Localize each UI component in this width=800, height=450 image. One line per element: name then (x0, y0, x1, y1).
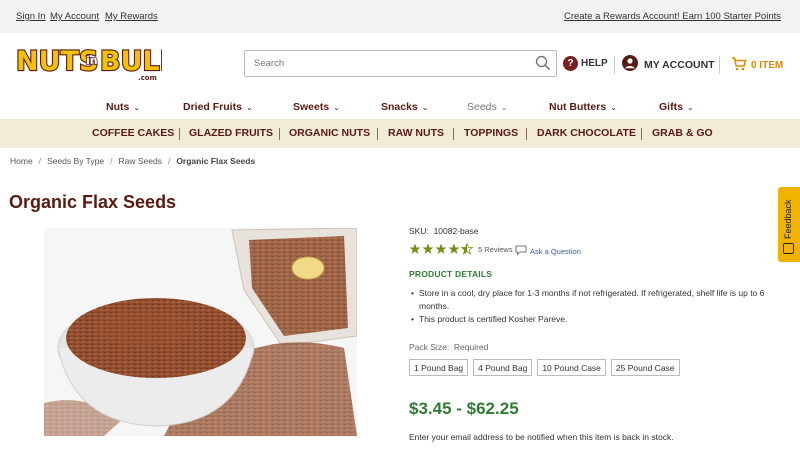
logo-com-text: .com (138, 74, 157, 82)
chevron-down-icon: ⌄ (133, 103, 141, 112)
nav-item-gifts[interactable]: Gifts ⌄ (659, 101, 694, 113)
utility-bar: Sign In My Account My Rewards Create a R… (0, 0, 800, 33)
required-indicator: Required (453, 342, 489, 352)
pack-size-options: 1 Pound Bag 4 Pound Bag 10 Pound Case 25… (409, 359, 680, 376)
breadcrumb-current: Organic Flax Seeds (176, 156, 256, 166)
search-icon[interactable] (535, 55, 551, 76)
search-input[interactable] (245, 51, 525, 76)
feedback-label: Feedback (783, 199, 793, 239)
chevron-down-icon: ⌄ (245, 103, 253, 112)
cart-count: 0 ITEM (751, 60, 784, 71)
subnav-toppings[interactable]: TOPPINGS (464, 127, 518, 139)
chevron-down-icon: ⌄ (686, 103, 694, 112)
subnav-divider (279, 128, 280, 140)
search-box (244, 50, 557, 77)
header-divider (614, 56, 615, 74)
subnav-divider (526, 128, 527, 140)
star-rating (409, 243, 473, 255)
breadcrumb-raw-seeds[interactable]: Raw Seeds (118, 156, 161, 166)
star-icon (435, 243, 447, 254)
header-divider (719, 56, 720, 74)
subnav-dark-chocolate[interactable]: DARK CHOCOLATE (537, 127, 636, 139)
nav-item-seeds[interactable]: Seeds ⌄ (467, 101, 507, 113)
cart-icon (731, 57, 747, 74)
ask-question-label: Ask a Question (530, 246, 581, 256)
account-link[interactable]: MY ACCOUNT (622, 55, 715, 74)
logo-in-text: in (86, 54, 98, 67)
product-details-heading: PRODUCT DETAILS (409, 269, 493, 279)
subnav-grab-and-go[interactable]: GRAB & GO (652, 127, 713, 139)
back-in-stock-notice: Enter your email address to be notified … (409, 432, 674, 442)
breadcrumb-home[interactable]: Home (10, 156, 33, 166)
pack-option-10-pound-case[interactable]: 10 Pound Case (537, 359, 606, 376)
my-account-link[interactable]: My Account (50, 11, 99, 22)
logo-bulk-text: BULK (100, 46, 162, 77)
breadcrumb: Home / Seeds By Type / Raw Seeds / Organic Fla… (10, 156, 256, 166)
star-icon (409, 243, 421, 254)
reviews-link[interactable]: 5 Reviews (478, 245, 513, 254)
page-title: Organic Flax Seeds (9, 192, 177, 212)
my-rewards-link[interactable]: My Rewards (105, 11, 158, 22)
list-item: This product is certified Kosher Pareve. (409, 313, 789, 326)
subnav-divider (641, 128, 642, 140)
user-icon (622, 55, 638, 74)
star-icon (422, 243, 434, 254)
site-logo[interactable]: NUTS in BULK .com (14, 40, 183, 82)
star-icon (448, 243, 460, 254)
subnav-divider (377, 128, 378, 140)
subnav-raw-nuts[interactable]: RAW NUTS (388, 127, 444, 139)
chevron-down-icon: ⌄ (500, 103, 508, 112)
chevron-down-icon: ⌄ (333, 103, 340, 112)
product-details-list: Store in a cool, dry place for 1-3 month… (409, 287, 789, 327)
subnav-organic-nuts[interactable]: ORGANIC NUTS (289, 127, 370, 139)
list-item: Store in a cool, dry place for 1-3 month… (409, 287, 789, 312)
star-half-icon (461, 243, 473, 255)
nav-item-sweets[interactable]: Sweets ⌄ (293, 101, 340, 113)
chat-bubble-icon (515, 245, 527, 257)
sku: SKU: 10082-base (409, 226, 478, 236)
sku-label: SKU: (409, 226, 429, 236)
nav-item-snacks[interactable]: Snacks ⌄ (381, 101, 428, 113)
feedback-tab[interactable]: Feedback (778, 187, 800, 262)
feedback-icon (783, 243, 794, 254)
help-label: HELP (581, 58, 608, 69)
help-icon: ? (563, 56, 578, 71)
breadcrumb-seeds-by-type[interactable]: Seeds By Type (47, 156, 104, 166)
price-range: $3.45 - $62.25 (409, 399, 519, 418)
ask-question-link[interactable]: Ask a Question (515, 245, 581, 257)
pack-option-4-pound-bag[interactable]: 4 Pound Bag (473, 359, 533, 376)
sign-in-link[interactable]: Sign In (16, 11, 46, 22)
subnav-coffee-cakes[interactable]: COFFEE CAKES (92, 127, 174, 139)
category-bar: COFFEE CAKES GLAZED FRUITS ORGANIC NUTS … (0, 119, 800, 148)
help-link[interactable]: ? HELP (563, 56, 608, 71)
nav-item-nuts[interactable]: Nuts ⌄ (106, 101, 140, 113)
nav-item-nut-butters[interactable]: Nut Butters ⌄ (549, 101, 617, 113)
subnav-divider (179, 128, 180, 140)
pack-size-label: Pack Size: Required (409, 342, 489, 352)
main-nav: Nuts ⌄ Dried Fruits ⌄ Sweets ⌄ Snacks ⌄ Seed… (0, 101, 800, 115)
rewards-promo-link[interactable]: Create a Rewards Account! Earn 100 Start… (564, 11, 781, 22)
subnav-glazed-fruits[interactable]: GLAZED FRUITS (189, 127, 273, 139)
subnav-divider (453, 128, 454, 140)
rating-summary[interactable]: 5 Reviews (409, 243, 513, 255)
pack-option-25-pound-case[interactable]: 25 Pound Case (610, 359, 680, 376)
chevron-down-icon: ⌄ (610, 103, 617, 112)
cart-link[interactable]: 0 ITEM (731, 57, 783, 74)
pack-option-1-pound-bag[interactable]: 1 Pound Bag (409, 359, 469, 376)
sku-value: 10082-base (433, 226, 479, 236)
product-image[interactable] (44, 227, 358, 436)
chevron-down-icon: ⌄ (421, 103, 429, 112)
nav-item-dried-fruits[interactable]: Dried Fruits ⌄ (183, 101, 253, 113)
account-label: MY ACCOUNT (644, 58, 715, 71)
